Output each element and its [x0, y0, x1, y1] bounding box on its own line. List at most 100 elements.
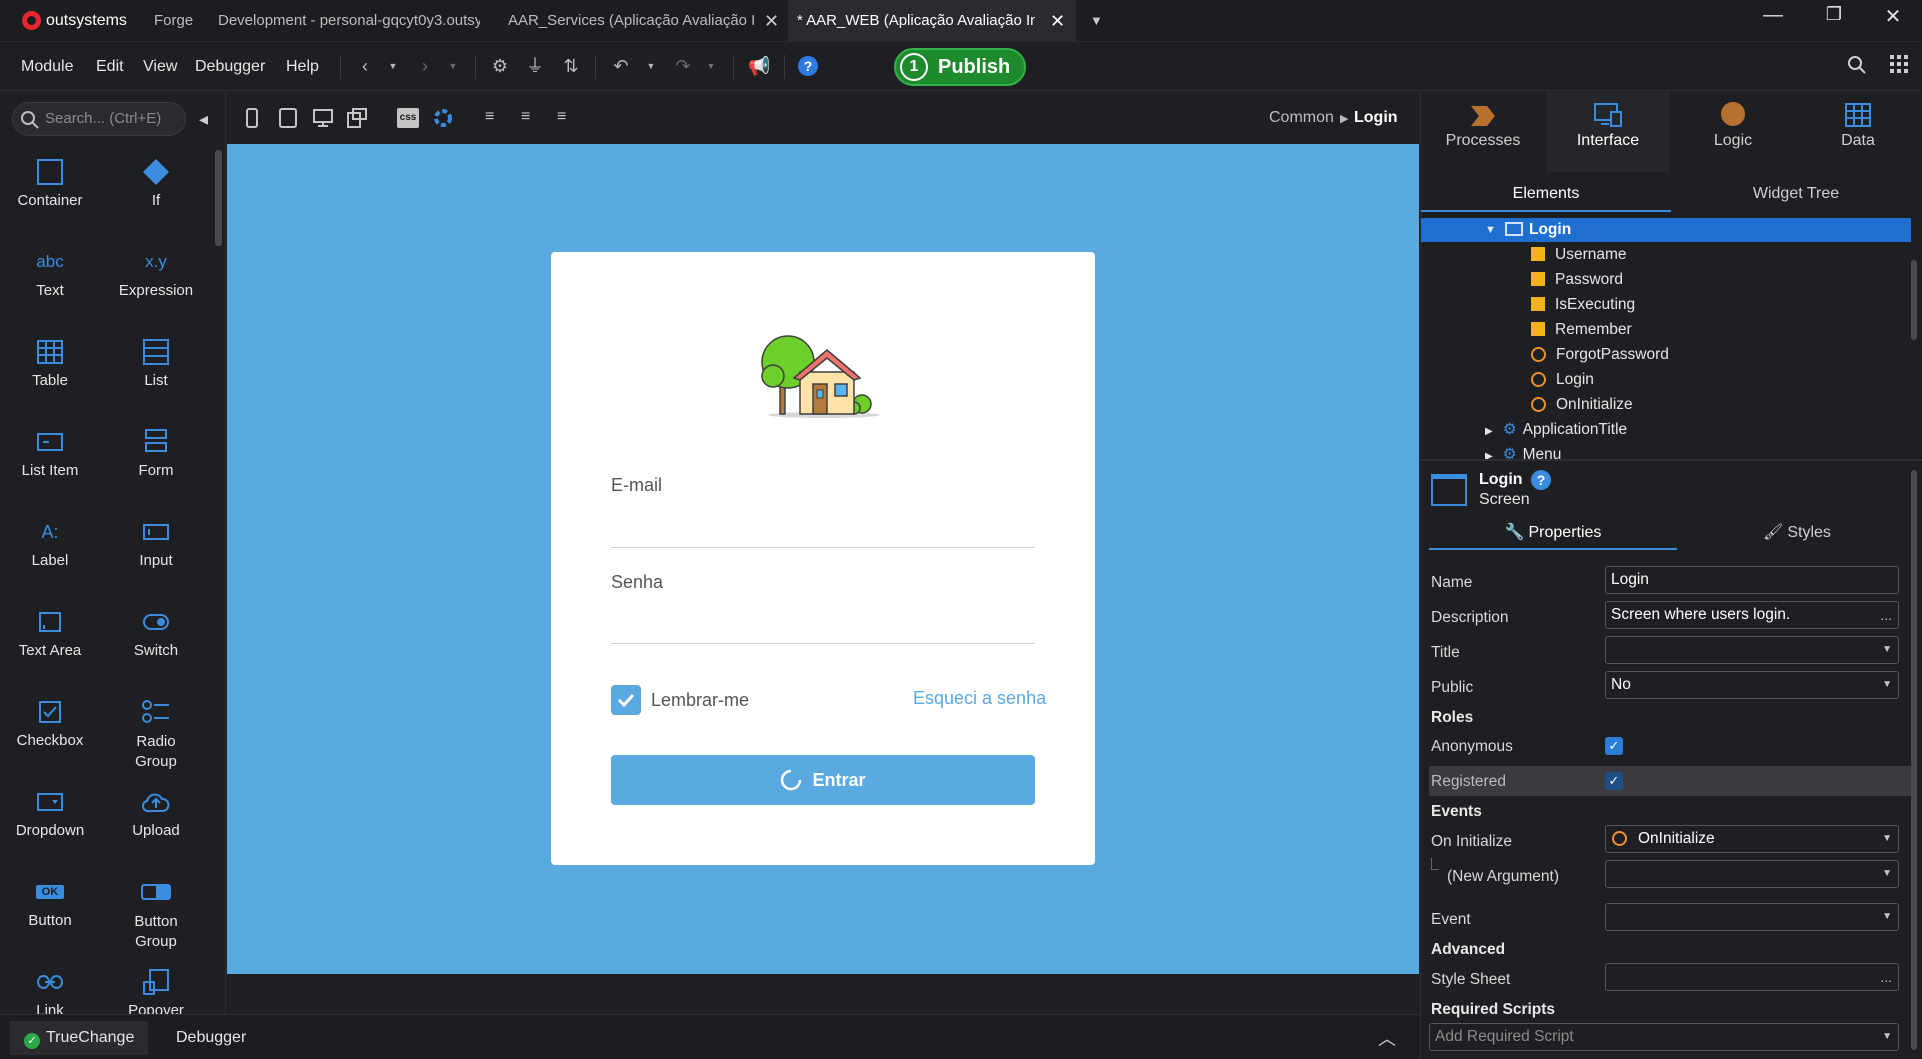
close-window-icon[interactable]: ✕: [1878, 4, 1908, 29]
redo-dropdown-icon[interactable]: ▼: [700, 55, 722, 77]
tree-item-variable[interactable]: Username: [1531, 243, 1627, 267]
tab-aar-services[interactable]: AAR_Services (Aplicação Avaliação Imóvei…: [508, 0, 754, 42]
widget-dropdown[interactable]: Dropdown: [0, 786, 100, 839]
back-icon[interactable]: ‹: [354, 55, 376, 77]
widget-expression[interactable]: x.y Expression: [106, 246, 206, 299]
compare-merge-icon[interactable]: ⇅: [560, 55, 582, 77]
align-right-icon[interactable]: ≡: [557, 108, 577, 128]
forward-dropdown-icon[interactable]: ▼: [442, 55, 464, 77]
undo-dropdown-icon[interactable]: ▼: [640, 55, 662, 77]
tab-elements[interactable]: Elements: [1421, 176, 1671, 212]
tab-aar-web[interactable]: * AAR_WEB (Aplicação Avaliação Imóveis) …: [788, 0, 1076, 42]
tree-item-variable[interactable]: Remember: [1531, 318, 1632, 342]
tab-properties[interactable]: 🔧 Properties: [1429, 518, 1677, 550]
forward-icon[interactable]: ›: [414, 55, 436, 77]
tree-item-block[interactable]: ▶ ⚙ ApplicationTitle: [1485, 418, 1627, 442]
remember-checkbox[interactable]: [611, 685, 641, 715]
menu-edit[interactable]: Edit: [96, 58, 124, 76]
minimize-icon[interactable]: —: [1758, 4, 1788, 27]
tree-item-login-screen[interactable]: ▼ Login: [1421, 218, 1911, 242]
desktop-preview-icon[interactable]: [313, 108, 333, 128]
restore-icon[interactable]: ❐: [1819, 4, 1849, 25]
prop-stylesheet-input[interactable]: ...: [1605, 963, 1899, 991]
expand-panel-icon[interactable]: ︿: [1378, 1025, 1396, 1051]
widget-form[interactable]: Form: [106, 426, 206, 479]
ellipsis-button[interactable]: ...: [1880, 964, 1892, 990]
toolbox-scrollbar[interactable]: [215, 150, 222, 246]
prop-event-dropdown[interactable]: ▼: [1605, 903, 1899, 931]
widget-input[interactable]: Input: [106, 516, 206, 569]
forgot-password-link[interactable]: Esqueci a senha: [913, 688, 1046, 709]
widget-list-item[interactable]: List Item: [0, 426, 100, 479]
prop-title-dropdown[interactable]: ▼: [1605, 636, 1899, 664]
rotate-orientation-icon[interactable]: [347, 108, 367, 128]
apps-grid-icon[interactable]: [1888, 55, 1910, 77]
phone-preview-icon[interactable]: [245, 108, 265, 128]
megaphone-feedback-icon[interactable]: 📢: [748, 55, 770, 77]
menu-module[interactable]: Module: [21, 58, 73, 76]
widget-radio-group[interactable]: Radio Group: [106, 696, 206, 772]
widget-button-group[interactable]: Button Group: [106, 876, 206, 952]
tree-item-variable[interactable]: IsExecuting: [1531, 293, 1635, 317]
widget-text-area[interactable]: Text Area: [0, 606, 100, 659]
login-submit-button[interactable]: Entrar: [611, 755, 1035, 805]
widget-text[interactable]: abc Text: [0, 246, 100, 299]
password-input[interactable]: [611, 643, 1035, 644]
prop-oninit-dropdown[interactable]: OnInitialize ▼: [1605, 825, 1899, 853]
tab-logic[interactable]: Logic: [1671, 92, 1795, 172]
tab-truechange[interactable]: ✓ TrueChange: [10, 1021, 149, 1055]
tab-debugger[interactable]: Debugger: [162, 1021, 260, 1055]
widget-link[interactable]: Link: [0, 966, 100, 1014]
tablet-preview-icon[interactable]: [279, 108, 299, 128]
anonymous-checkbox[interactable]: ✓: [1605, 737, 1623, 755]
help-icon[interactable]: ?: [1531, 470, 1551, 490]
widget-container[interactable]: Container: [0, 156, 100, 209]
tab-development[interactable]: Development - personal-gqcyt0y3.outsyste…: [218, 0, 480, 42]
tab-processes[interactable]: Processes: [1421, 92, 1545, 172]
help-icon[interactable]: ?: [798, 56, 818, 76]
tree-item-block[interactable]: ▶ ⚙ Menu: [1485, 443, 1561, 459]
widget-label[interactable]: A: Label: [0, 516, 100, 570]
email-input[interactable]: [611, 547, 1035, 548]
registered-checkbox[interactable]: ✓: [1605, 772, 1623, 790]
plug-icon[interactable]: ⏚: [524, 55, 546, 77]
tab-styles[interactable]: 🖌 Styles: [1677, 518, 1917, 550]
widget-switch[interactable]: Switch: [106, 606, 206, 659]
widget-popover[interactable]: Popover: [106, 966, 206, 1014]
tab-forge[interactable]: Forge: [154, 0, 206, 42]
redo-icon[interactable]: ↷: [672, 55, 694, 77]
back-dropdown-icon[interactable]: ▼: [382, 55, 404, 77]
tree-item-action[interactable]: Login: [1531, 368, 1594, 392]
widget-button[interactable]: OK Button: [0, 876, 100, 929]
properties-scrollbar[interactable]: [1911, 470, 1917, 1050]
ellipsis-button[interactable]: ...: [1880, 602, 1892, 628]
tab-interface[interactable]: Interface: [1546, 92, 1670, 172]
tree-item-variable[interactable]: Password: [1531, 268, 1623, 292]
add-required-script-dropdown[interactable]: Add Required Script ▼: [1429, 1023, 1899, 1051]
tabs-dropdown-icon[interactable]: ▼: [1090, 0, 1103, 42]
menu-view[interactable]: View: [143, 58, 177, 76]
menu-help[interactable]: Help: [286, 58, 319, 76]
prop-new-argument-dropdown[interactable]: ▼: [1605, 860, 1899, 888]
breadcrumb-parent[interactable]: Common: [1269, 109, 1334, 127]
publish-button[interactable]: 1 Publish: [894, 48, 1026, 86]
expand-arrow-icon[interactable]: ▼: [1485, 218, 1496, 242]
tree-item-action[interactable]: OnInitialize: [1531, 393, 1633, 417]
widget-table[interactable]: Table: [0, 336, 100, 389]
prop-name-input[interactable]: Login: [1605, 566, 1899, 594]
widget-list[interactable]: List: [106, 336, 206, 389]
undo-icon[interactable]: ↶: [610, 55, 632, 77]
widget-upload[interactable]: Upload: [106, 786, 206, 839]
settings-gear-icon[interactable]: ⚙: [489, 55, 511, 77]
tab-data[interactable]: Data: [1796, 92, 1920, 172]
collapse-panel-icon[interactable]: ◂: [199, 109, 208, 130]
widget-if[interactable]: If: [106, 156, 206, 209]
tree-scrollbar[interactable]: [1911, 260, 1917, 340]
close-tab-icon[interactable]: ✕: [1050, 0, 1065, 42]
expand-arrow-icon[interactable]: ▶: [1485, 426, 1493, 437]
tree-item-action[interactable]: ForgotPassword: [1531, 343, 1669, 367]
css-icon[interactable]: css: [397, 108, 419, 128]
tab-widget-tree[interactable]: Widget Tree: [1671, 176, 1921, 212]
prop-public-dropdown[interactable]: No ▼: [1605, 671, 1899, 699]
expand-arrow-icon[interactable]: ▶: [1485, 451, 1493, 459]
